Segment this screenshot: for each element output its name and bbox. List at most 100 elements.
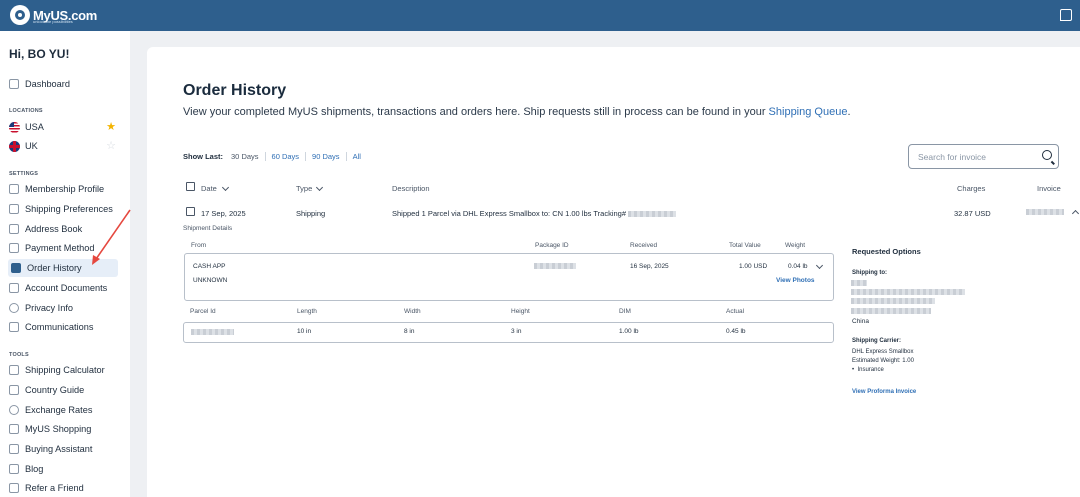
sidebar-item-label: Blog [25,464,44,474]
sidebar-item-label: Payment Method [25,243,95,253]
row-checkbox[interactable] [186,207,195,216]
filter-all[interactable]: All [345,152,367,161]
header-type[interactable]: Type [296,184,312,193]
show-last-filter: Show Last: 30 Days 60 Days 90 Days All [183,152,367,161]
package-weight: 0.04 lb [788,263,808,270]
chat-icon [9,322,19,332]
document-icon [9,283,19,293]
header-dim: DIM [619,308,631,315]
sidebar-item-label: Refer a Friend [25,483,84,493]
view-photos-link[interactable]: View Photos [776,277,815,284]
star-outline-icon[interactable]: ☆ [106,141,116,152]
header-received: Received [630,242,658,249]
sidebar-item-membership-profile[interactable]: Membership Profile [9,180,104,198]
header-weight: Weight [785,242,806,249]
sidebar-item-label: MyUS Shopping [25,424,92,434]
parcel-height: 3 in [511,328,522,335]
sidebar-item-label: Order History [27,263,82,273]
parcel-dim: 1.00 lb [619,328,639,335]
profile-icon [9,184,19,194]
sidebar-item-privacy-info[interactable]: Privacy Info [9,299,73,317]
sidebar-item-address-book[interactable]: Address Book [9,220,82,238]
package-from-sub: UNKNOWN [193,277,228,284]
blog-icon [9,464,19,474]
greeting: Hi, BO YU! [9,47,70,61]
filter-90-days[interactable]: 90 Days [305,152,346,161]
myus-logo[interactable]: MyUS.com unlock the possibilities [10,5,97,25]
redacted-address-line [851,308,931,314]
sidebar-item-label: USA [25,122,44,132]
sidebar-item-account-documents[interactable]: Account Documents [9,279,107,297]
sidebar-item-dashboard[interactable]: Dashboard [9,75,70,93]
shipping-carrier-label: Shipping Carrier: [852,338,902,344]
sidebar-item-label: Membership Profile [25,184,105,194]
search-invoice-input[interactable]: Search for invoice [908,144,1059,169]
parcel-width: 8 in [404,328,415,335]
sidebar-item-blog[interactable]: Blog [9,460,43,478]
select-all-checkbox[interactable] [186,182,195,191]
subtitle-text: View your completed MyUS shipments, tran… [183,106,769,118]
redacted-address-line [851,289,965,295]
tools-title: TOOLS [9,352,29,358]
view-proforma-invoice-link[interactable]: View Proforma Invoice [852,389,916,395]
sidebar-item-buying-assistant[interactable]: Buying Assistant [9,440,92,458]
uk-flag-icon [9,140,20,152]
gift-icon [9,483,19,493]
order-type: Shipping [296,209,326,218]
calculator-icon [9,365,19,375]
sidebar-item-label: Privacy Info [25,303,73,313]
filter-60-days[interactable]: 60 Days [264,152,306,161]
redacted-address-line [851,280,867,286]
header-date[interactable]: Date [201,184,217,193]
option-insurance-label: Insurance [857,367,884,373]
sidebar-item-label: UK [25,141,38,151]
settings-title: SETTINGS [9,171,39,177]
card-icon [9,243,19,253]
sidebar-item-label: Address Book [25,224,83,234]
header-from: From [191,242,207,249]
sidebar-item-refer-a-friend[interactable]: Refer a Friend [9,479,84,497]
search-icon[interactable] [1042,150,1052,160]
shipping-queue-link[interactable]: Shipping Queue [769,106,848,118]
sidebar-item-label: Country Guide [25,385,85,395]
chevron-down-icon[interactable] [221,183,230,192]
sidebar-item-label: Shipping Calculator [25,365,105,375]
header-width: Width [404,308,421,315]
header-length: Length [297,308,317,315]
parcel-length: 10 in [297,328,312,335]
filter-30-days[interactable]: 30 Days [231,152,265,161]
page-subtitle: View your completed MyUS shipments, tran… [183,106,851,118]
message-icon[interactable] [1060,9,1072,21]
header-total-value: Total Value [729,242,761,249]
header-package-id: Package ID [535,242,569,249]
sidebar-item-communications[interactable]: Communications [9,318,93,336]
sidebar-item-shipping-calculator[interactable]: Shipping Calculator [9,361,105,379]
redacted-tracking-number [628,211,677,218]
map-icon [9,385,19,395]
redacted-invoice[interactable] [1026,209,1064,215]
package-received: 16 Sep, 2025 [630,263,669,270]
sidebar-item-payment-method[interactable]: Payment Method [9,239,94,257]
shopping-icon [9,424,19,434]
main-panel: Order History View your completed MyUS s… [147,47,1080,497]
sidebar-item-exchange-rates[interactable]: Exchange Rates [9,401,92,419]
redacted-parcel-id [191,329,234,335]
sidebar-item-label: Buying Assistant [25,444,93,454]
search-placeholder: Search for invoice [918,152,987,162]
sidebar-item-myus-shopping[interactable]: MyUS Shopping [9,420,91,438]
requested-options-title: Requested Options [852,247,921,256]
parcel-actual: 0.45 lb [726,328,746,335]
shipping-to-label: Shipping to: [852,270,887,276]
chevron-down-icon[interactable] [315,183,324,192]
box-icon [9,204,19,214]
header-invoice: Invoice [1037,184,1061,193]
order-description-text: Shipped 1 Parcel via DHL Express Smallbo… [392,209,626,218]
subtitle-end: . [847,106,851,118]
sidebar-item-uk[interactable]: UK [9,137,38,155]
star-filled-icon[interactable]: ★ [106,122,116,133]
sidebar-item-label: Account Documents [25,283,108,293]
history-icon [11,263,21,273]
chevron-up-icon[interactable] [1071,209,1080,218]
order-charges: 32.87 USD [954,209,991,218]
sidebar-item-country-guide[interactable]: Country Guide [9,381,84,399]
